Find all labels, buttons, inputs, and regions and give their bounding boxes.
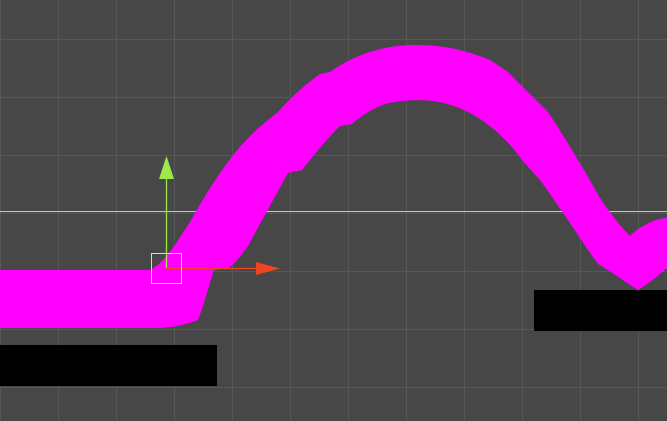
- scene-viewport[interactable]: [0, 0, 667, 421]
- platform-left[interactable]: [0, 345, 217, 386]
- move-tool-x-arrow-icon[interactable]: [256, 262, 280, 275]
- trajectory-stroke[interactable]: [0, 44, 667, 329]
- move-tool-y-arrow-icon[interactable]: [159, 156, 174, 179]
- platform-right[interactable]: [534, 290, 667, 331]
- scene-canvas[interactable]: [0, 0, 667, 421]
